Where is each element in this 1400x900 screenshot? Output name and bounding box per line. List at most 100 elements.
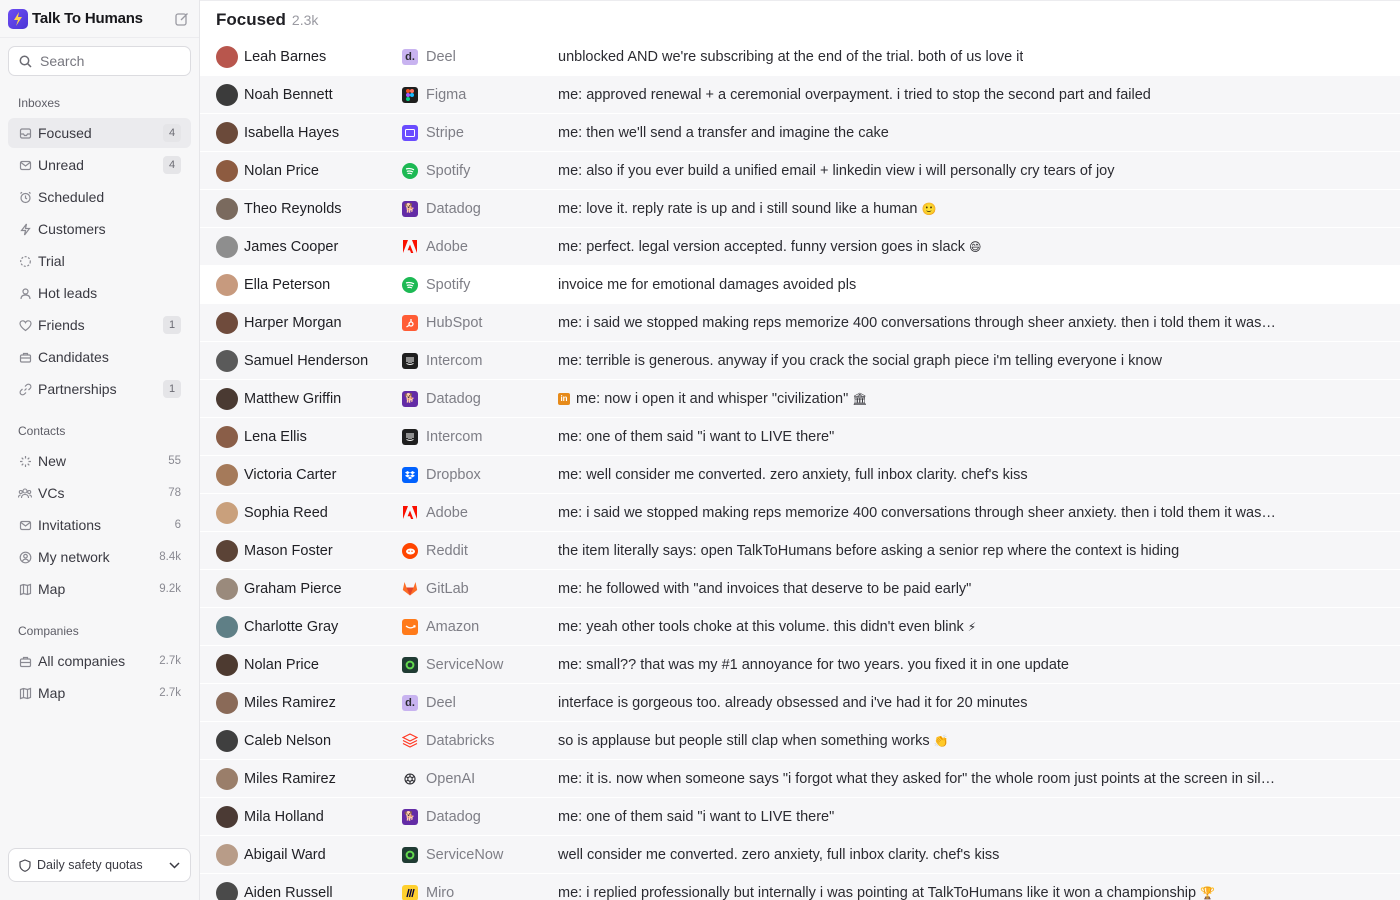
company-cell: Intercom — [402, 352, 558, 369]
search-input[interactable] — [40, 53, 180, 69]
sidebar-item-trial[interactable]: Trial — [8, 246, 191, 276]
company-name: Databricks — [426, 732, 495, 749]
sidebar-item-my-network[interactable]: My network 8.4k — [8, 542, 191, 572]
contact-name: Isabella Hayes — [244, 124, 340, 141]
unread-badge: 1 — [163, 380, 181, 398]
company-name: Deel — [426, 48, 456, 65]
sidebar-item-partnerships[interactable]: Partnerships 1 — [8, 374, 191, 404]
conversation-row[interactable]: Abigail Ward ServiceNow well consider me c… — [200, 836, 1400, 874]
sidebar-item-customers[interactable]: Customers — [8, 214, 191, 244]
item-count: 2.7k — [159, 687, 181, 699]
message-preview: so is applause but people still clap whe… — [558, 733, 1298, 749]
item-count: 9.2k — [159, 583, 181, 595]
conversation-row[interactable]: Mila Holland 🐕 Datadog me: one of them said… — [200, 798, 1400, 836]
message-preview: in me: now i open it and whisper "civiliz… — [558, 391, 1298, 407]
search-box[interactable] — [8, 46, 191, 76]
conversation-row[interactable]: Graham Pierce GitLab me: he followed with … — [200, 570, 1400, 608]
sidebar-item-label: Friends — [38, 317, 85, 333]
message-text: me: yeah other tools choke at this volum… — [558, 618, 964, 635]
linkedin-icon: in — [558, 392, 570, 405]
item-count: 55 — [168, 455, 181, 467]
conversation-row[interactable]: Leah Barnes d. Deel unblocked AND we're sub… — [200, 38, 1400, 76]
message-preview: me: he followed with "and invoices that … — [558, 581, 1298, 597]
item-count: 2.7k — [159, 655, 181, 667]
company-name: Adobe — [426, 238, 468, 255]
inbox-list: Focused 4 Unread 4 Scheduled Customers Trial Ho… — [0, 118, 199, 404]
company-name: Spotify — [426, 162, 471, 179]
avatar — [216, 235, 238, 258]
conversation-row[interactable]: Caleb Nelson Databricks so is applause but… — [200, 722, 1400, 760]
envelope-icon — [18, 518, 32, 532]
briefcase-icon — [18, 350, 32, 364]
conversation-row[interactable]: Miles Ramirez d. Deel interface is gorgeous… — [200, 684, 1400, 722]
avatar — [216, 387, 238, 410]
sidebar-item-label: VCs — [38, 485, 65, 501]
sidebar-item-label: My network — [38, 549, 110, 565]
app-logo-icon — [8, 8, 28, 29]
avatar — [216, 159, 238, 182]
conversation-row[interactable]: James Cooper Adobe me: perfect. legal vers… — [200, 228, 1400, 266]
conversation-row[interactable]: Ella Peterson Spotify invoice me for emoti… — [200, 266, 1400, 304]
company-name: Dropbox — [426, 466, 481, 483]
sidebar-item-label: Map — [38, 685, 66, 701]
company-cell: Intercom — [402, 428, 558, 445]
company-cell: Spotify — [402, 276, 558, 293]
conversation-row[interactable]: Victoria Carter Dropbox me: well consider … — [200, 456, 1400, 494]
company-cell: GitLab — [402, 581, 558, 597]
conversation-row[interactable]: Lena Ellis Intercom me: one of them said "… — [200, 418, 1400, 456]
compose-icon[interactable] — [173, 10, 191, 28]
list-header: Focused 2.3k — [200, 1, 1400, 38]
message-text: me: i said we stopped making reps memori… — [558, 504, 1276, 521]
avatar — [216, 197, 238, 220]
message-preview: me: love it. reply rate is up and i stil… — [558, 201, 1298, 217]
conversation-row[interactable]: Samuel Henderson Intercom me: terrible is … — [200, 342, 1400, 380]
conversation-row[interactable]: Harper Morgan HubSpot me: i said we stoppe… — [200, 304, 1400, 342]
emoji: 😄 — [969, 239, 982, 254]
message-text: me: one of them said "i want to LIVE the… — [558, 808, 835, 825]
conversation-row[interactable]: Charlotte Gray Amazon me: yeah other tools… — [200, 608, 1400, 646]
sidebar: Talk To Humans Inboxes Focused 4 Unread 4 Sc… — [0, 0, 200, 900]
sidebar-item-vcs[interactable]: VCs 78 — [8, 478, 191, 508]
sidebar-item-all-companies[interactable]: All companies 2.7k — [8, 646, 191, 676]
contact-name: Graham Pierce — [244, 580, 342, 597]
lightning-icon — [18, 222, 32, 236]
sidebar-item-new[interactable]: New 55 — [8, 446, 191, 476]
conversation-row[interactable]: Mason Foster Reddit the item literally say… — [200, 532, 1400, 570]
spotify-logo-icon — [402, 162, 418, 179]
contact-name: Harper Morgan — [244, 314, 342, 331]
message-text: the item literally says: open TalkToHuma… — [558, 542, 1180, 559]
sidebar-item-unread[interactable]: Unread 4 — [8, 150, 191, 180]
alarm-clock-icon — [18, 190, 32, 204]
sidebar-item-map[interactable]: Map 2.7k — [8, 678, 191, 708]
figma-logo-icon — [402, 86, 418, 103]
message-preview: me: it is. now when someone says "i forg… — [558, 771, 1298, 787]
conversation-row[interactable]: Sophia Reed Adobe me: i said we stopped ma… — [200, 494, 1400, 532]
avatar — [216, 767, 238, 790]
conversation-row[interactable]: Miles Ramirez OpenAI me: it is. now when s… — [200, 760, 1400, 798]
intercom-logo-icon — [402, 352, 418, 369]
chevron-down-icon — [169, 861, 180, 869]
sidebar-item-focused[interactable]: Focused 4 — [8, 118, 191, 148]
conversation-row[interactable]: Nolan Price ServiceNow me: small?? that wa… — [200, 646, 1400, 684]
sidebar-item-scheduled[interactable]: Scheduled — [8, 182, 191, 212]
conversation-row[interactable]: Aiden Russell Miro me: i replied professio… — [200, 874, 1400, 900]
daily-quotas-dropdown[interactable]: Daily safety quotas — [8, 848, 191, 882]
avatar — [216, 615, 238, 638]
sidebar-item-map[interactable]: Map 9.2k — [8, 574, 191, 604]
message-preview: me: one of them said "i want to LIVE the… — [558, 809, 1298, 825]
conversation-row[interactable]: Nolan Price Spotify me: also if you ever b… — [200, 152, 1400, 190]
sidebar-item-hot-leads[interactable]: Hot leads — [8, 278, 191, 308]
sidebar-item-friends[interactable]: Friends 1 — [8, 310, 191, 340]
conversation-row[interactable]: Noah Bennett Figma me: approved renewal + … — [200, 76, 1400, 114]
sidebar-item-invitations[interactable]: Invitations 6 — [8, 510, 191, 540]
avatar — [216, 463, 238, 486]
conversation-row[interactable]: Matthew Griffin 🐕 Datadog in me: now i open … — [200, 380, 1400, 418]
deel-logo-icon: d. — [402, 694, 418, 711]
message-preview: invoice me for emotional damages avoided… — [558, 277, 1298, 293]
openai-logo-icon — [402, 771, 418, 787]
sidebar-item-candidates[interactable]: Candidates — [8, 342, 191, 372]
conversation-row[interactable]: Isabella Hayes Stripe me: then we'll send … — [200, 114, 1400, 152]
avatar — [216, 121, 238, 144]
item-count: 8.4k — [159, 551, 181, 563]
conversation-row[interactable]: Theo Reynolds 🐕 Datadog me: love it. reply … — [200, 190, 1400, 228]
